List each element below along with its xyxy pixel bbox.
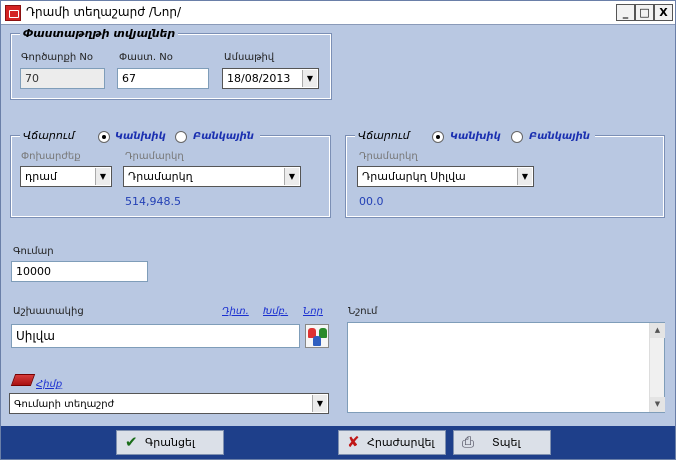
category-select[interactable]: Գումարի տեղաշրժ ▼ [9, 393, 329, 414]
amount-label: Գումար [13, 246, 54, 257]
document-window: Դրամի տեղաշարժ /Նոր/ _ □ X Փաստաթղթի տվյ… [0, 0, 676, 460]
incoming-cashbox-label: Դրամարկղ [359, 151, 418, 162]
outgoing-balance: 514,948.5 [125, 195, 181, 208]
employee-label: Աշխատակից [13, 306, 84, 317]
outgoing-currency-select[interactable]: դրամ ▼ [20, 166, 112, 187]
cancel-label: Հրաժարվել [367, 436, 435, 449]
date-label: Ամսաթիվ [224, 52, 275, 63]
transaction-number-field[interactable]: 70 [20, 68, 105, 89]
window-title: Դրամի տեղաշարժ /Նոր/ [26, 5, 181, 19]
document-data-group: Փաստաթղթի տվյալներ Գործարքի No 70 Փաստ. … [10, 27, 332, 100]
transaction-number-label: Գործարքի No [21, 52, 93, 63]
minimize-button[interactable]: _ [616, 4, 635, 21]
cancel-icon: ✘ [347, 433, 360, 451]
doc-number-field[interactable]: 67 [117, 68, 209, 89]
print-button[interactable]: ⎙ Տպել [453, 430, 551, 455]
incoming-title: Վճարում [358, 129, 410, 142]
outgoing-cashbox-select[interactable]: Դրամարկղ ▼ [123, 166, 301, 187]
category-value: Գումարի տեղաշրժ [14, 399, 115, 410]
category-link[interactable]: Հիմք [36, 379, 62, 390]
incoming-payment-group: Վճարում Կանխիկ Բանկային Դրամարկղ Դրամարկ… [345, 129, 665, 218]
outgoing-bank-label[interactable]: Բանկային [193, 131, 254, 142]
cancel-button[interactable]: ✘ Հրաժարվել [338, 430, 446, 455]
employee-view-link[interactable]: Դիտ. [222, 306, 249, 317]
chevron-down-icon[interactable]: ▼ [302, 70, 317, 87]
chevron-down-icon[interactable]: ▼ [95, 168, 110, 185]
incoming-balance: 00.0 [359, 195, 384, 208]
incoming-cashbox-select[interactable]: Դրամարկղ Սիլվա ▼ [357, 166, 534, 187]
employee-edit-link[interactable]: Խմբ. [263, 306, 288, 317]
close-button[interactable]: X [654, 4, 673, 21]
date-value: 18/08/2013 [227, 72, 291, 85]
app-icon [5, 5, 21, 21]
book-icon [10, 374, 36, 386]
date-picker[interactable]: 18/08/2013 ▼ [222, 68, 319, 89]
outgoing-cash-label[interactable]: Կանխիկ [115, 131, 166, 142]
incoming-cash-label[interactable]: Կանխիկ [450, 131, 501, 142]
checkmark-icon: ✔ [125, 433, 138, 451]
title-bar: Դրամի տեղաշարժ /Նոր/ _ □ X [1, 1, 675, 25]
outgoing-payment-group: Վճարում Կանխիկ Բանկային Փոխարժեք դրամ ▼ … [10, 129, 331, 218]
incoming-bank-label[interactable]: Բանկային [529, 131, 590, 142]
document-data-title: Փաստաթղթի տվյալներ [20, 27, 179, 40]
action-bar: ✔ Գրանցել ✘ Հրաժարվել ⎙ Տպել [1, 426, 675, 459]
scroll-down-icon[interactable]: ▼ [650, 397, 665, 412]
outgoing-title: Վճարում [23, 129, 75, 142]
incoming-cashbox-value: Դրամարկղ Սիլվա [362, 170, 466, 183]
note-label: Նշում [348, 306, 378, 317]
save-button[interactable]: ✔ Գրանցել [116, 430, 224, 455]
note-scrollbar[interactable]: ▲ ▼ [649, 323, 665, 412]
maximize-button[interactable]: □ [635, 4, 654, 21]
incoming-cash-radio[interactable] [432, 131, 444, 143]
incoming-bank-radio[interactable] [511, 131, 523, 143]
doc-number-label: Փաստ. No [119, 52, 173, 63]
save-label: Գրանցել [145, 436, 195, 449]
outgoing-cash-radio[interactable] [98, 131, 110, 143]
printer-icon: ⎙ [462, 433, 475, 451]
users-icon[interactable] [305, 324, 329, 348]
print-label: Տպել [492, 436, 521, 449]
note-textarea[interactable]: ▲ ▼ [347, 322, 665, 413]
user-figure [313, 336, 321, 346]
outgoing-bank-radio[interactable] [175, 131, 187, 143]
chevron-down-icon[interactable]: ▼ [284, 168, 299, 185]
outgoing-cashbox-value: Դրամարկղ [128, 170, 193, 183]
employee-new-link[interactable]: Նոր [303, 306, 323, 317]
outgoing-cashbox-label: Դրամարկղ [125, 151, 184, 162]
amount-field[interactable]: 10000 [11, 261, 148, 282]
outgoing-currency-value: դրամ [25, 170, 57, 183]
outgoing-currency-label: Փոխարժեք [21, 151, 81, 162]
scroll-up-icon[interactable]: ▲ [650, 323, 665, 338]
chevron-down-icon[interactable]: ▼ [312, 395, 327, 412]
employee-field[interactable]: Սիլվա [11, 324, 300, 348]
chevron-down-icon[interactable]: ▼ [517, 168, 532, 185]
